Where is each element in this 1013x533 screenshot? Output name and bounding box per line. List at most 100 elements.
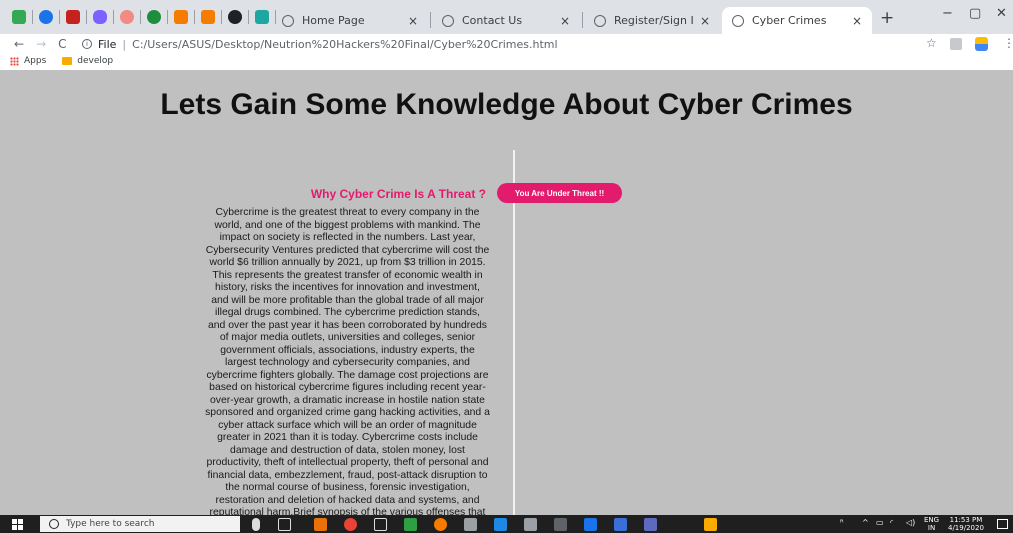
close-tab-icon[interactable]: × [408,14,418,28]
clock[interactable]: 11:53 PM 4/19/2020 [948,516,984,532]
app-icon[interactable] [524,518,537,531]
pinned-tab-icon[interactable] [66,10,80,24]
package-icon[interactable] [464,518,477,531]
back-button[interactable]: ← [14,37,24,51]
url-path: C:/Users/ASUS/Desktop/Neutrion%20Hackers… [132,37,558,51]
bookmark-develop[interactable]: develop [56,56,113,66]
article-body: Cybercrime is the greatest threat to eve… [205,207,490,515]
bookmark-apps[interactable]: Apps [10,56,46,66]
clock-time: 11:53 PM [949,516,983,524]
pinned-tab-icon[interactable] [120,10,134,24]
bookmarks-bar: Apps develop [0,54,1013,68]
sublime-text-icon[interactable] [314,518,327,531]
tab-title: Contact Us [462,14,523,27]
pinned-tab-icon[interactable] [93,10,107,24]
globe-icon [442,14,454,27]
tab-title: Home Page [302,14,365,27]
app-icon[interactable] [584,518,597,531]
close-tab-icon[interactable]: × [852,14,862,28]
tab-strip: Home Page × Contact Us × Register/Sign I… [0,0,1013,34]
profile-avatar[interactable] [975,37,988,51]
close-tab-icon[interactable]: × [560,14,570,28]
menu-icon[interactable]: ⋮ [1003,36,1013,50]
divider [113,10,114,24]
globe-icon [732,14,744,27]
divider [32,10,33,24]
chevron-up-icon[interactable]: ^ [862,518,869,527]
divider [167,10,168,24]
url-field[interactable]: i File | C:/Users/ASUS/Desktop/Neutrion%… [82,35,558,53]
page-content: Lets Gain Some Knowledge About Cyber Cri… [0,70,1013,515]
microphone-icon[interactable] [252,518,260,531]
people-icon[interactable]: ᴿ [840,518,844,527]
tab-cyber-crimes[interactable]: Cyber Crimes × [722,7,872,34]
bookmark-label: develop [77,56,114,66]
battery-icon[interactable]: ▭ [876,518,884,527]
taskbar: Type here to search ᴿ ^ ▭ ◜ ◁) ENG IN 11… [0,515,1013,533]
language-indicator[interactable]: ENG IN [924,516,939,532]
pinned-tab-icon[interactable] [255,10,269,24]
bookmark-label: Apps [24,56,47,66]
task-view-icon[interactable] [278,518,291,531]
divider [59,10,60,24]
app-icon[interactable] [554,518,567,531]
info-icon[interactable]: i [82,39,92,49]
language-code: ENG [924,516,940,524]
browser-app-icon[interactable] [434,518,447,531]
globe-icon [282,14,294,27]
minimize-button[interactable]: − [942,6,953,21]
region-code: IN [927,524,936,532]
pinned-tab-icon[interactable] [201,10,215,24]
reload-button[interactable]: C [58,37,66,51]
apps-grid-icon [10,56,19,66]
clock-date: 4/19/2020 [948,524,984,532]
url-separator: | [122,37,127,51]
notifications-icon[interactable] [997,519,1008,529]
search-placeholder: Type here to search [66,519,155,529]
section-subheading: Why Cyber Crime Is A Threat ? [310,187,486,201]
app-icon[interactable] [644,518,657,531]
chrome-icon[interactable] [344,518,357,531]
pinned-tabs [8,6,278,28]
close-window-button[interactable]: ✕ [996,6,1007,21]
pinned-tab-icon[interactable] [39,10,53,24]
window-icon[interactable] [374,518,387,531]
wifi-icon[interactable]: ◜ [890,518,893,527]
pinned-tab-icon[interactable] [228,10,242,24]
windows-start-icon[interactable] [12,519,23,530]
tab-title: Register/Sign In [614,14,694,27]
file-explorer-icon[interactable] [704,518,717,531]
office-icon[interactable] [404,518,417,531]
divider [86,10,87,24]
tab-home-page[interactable]: Home Page × [272,7,428,34]
extension-icon[interactable] [950,38,962,50]
url-scheme: File [98,37,117,51]
page-title: Lets Gain Some Knowledge About Cyber Cri… [160,88,853,121]
tab-title: Cyber Crimes [752,14,827,27]
vscode-icon[interactable] [494,518,507,531]
taskbar-search-field[interactable]: Type here to search [40,516,240,532]
close-tab-icon[interactable]: × [700,14,710,28]
divider [430,12,431,28]
tab-contact-us[interactable]: Contact Us × [432,7,580,34]
divider [194,10,195,24]
maximize-button[interactable]: ▢ [969,6,981,21]
folder-icon [62,57,73,65]
forward-button[interactable]: → [36,37,46,51]
pinned-tab-icon[interactable] [174,10,188,24]
pinned-tab-icon[interactable] [147,10,161,24]
under-threat-button[interactable]: You Are Under Threat !! [497,183,622,203]
app-icon[interactable] [614,518,627,531]
tab-register-sign-in[interactable]: Register/Sign In × [584,7,720,34]
address-bar: ← → C i File | C:/Users/ASUS/Desktop/Neu… [0,34,1013,54]
volume-icon[interactable]: ◁) [906,518,915,527]
divider [140,10,141,24]
new-tab-button[interactable]: + [880,8,894,28]
pinned-tab-icon[interactable] [12,10,26,24]
bookmark-star-icon[interactable]: ☆ [926,36,937,50]
cortana-icon [49,519,59,529]
divider [248,10,249,24]
globe-icon [594,14,606,27]
divider [221,10,222,24]
vertical-divider [513,150,515,515]
